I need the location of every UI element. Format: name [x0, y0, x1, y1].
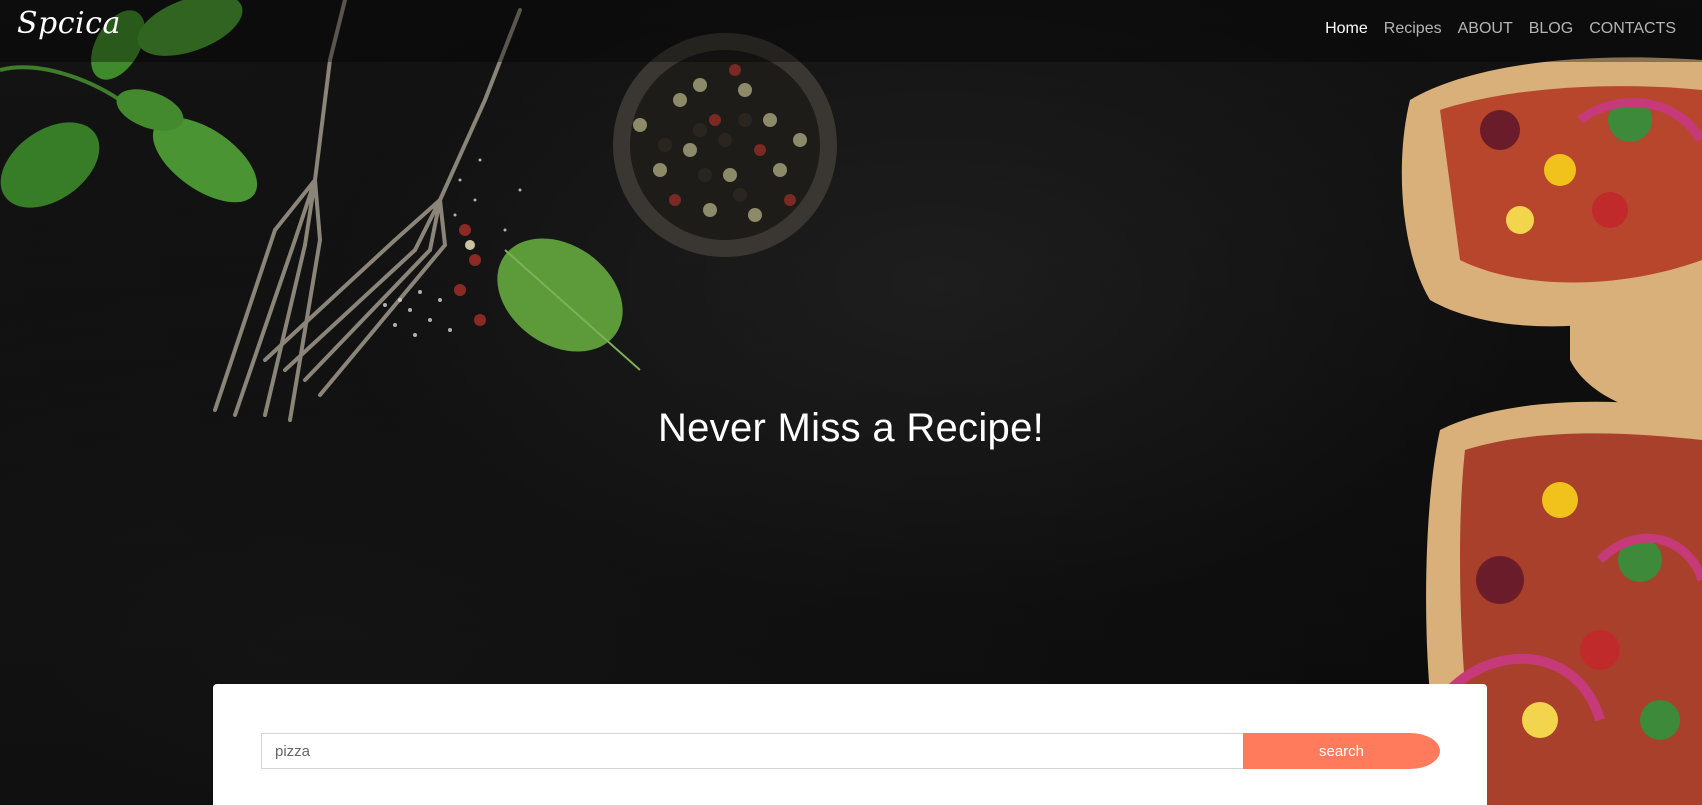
- red-peppercorns-illustration: [454, 224, 486, 326]
- hero-headline: Never Miss a Recipe!: [657, 406, 1045, 450]
- nav-item-recipes[interactable]: Recipes: [1384, 20, 1442, 38]
- forks-illustration: [213, 0, 522, 422]
- top-navigation-bar: Spcica Home Recipes ABOUT BLOG CONTACTS: [0, 0, 1702, 62]
- brand-logo[interactable]: Spcica: [17, 6, 121, 41]
- search-button[interactable]: search: [1243, 733, 1440, 769]
- hero-page: Spcica Home Recipes ABOUT BLOG CONTACTS …: [0, 0, 1702, 805]
- nav-item-contacts[interactable]: CONTACTS: [1589, 20, 1676, 38]
- salt-illustration: [383, 158, 522, 337]
- search-card: search: [213, 684, 1487, 805]
- nav-item-home[interactable]: Home: [1325, 20, 1368, 38]
- basil-leaf-illustration: [497, 238, 641, 371]
- search-input[interactable]: [261, 733, 1256, 769]
- nav-item-blog[interactable]: BLOG: [1529, 20, 1573, 38]
- main-nav: Home Recipes ABOUT BLOG CONTACTS: [1309, 20, 1676, 38]
- nav-item-about[interactable]: ABOUT: [1458, 20, 1513, 38]
- peppercorn-dish-illustration: [613, 33, 837, 257]
